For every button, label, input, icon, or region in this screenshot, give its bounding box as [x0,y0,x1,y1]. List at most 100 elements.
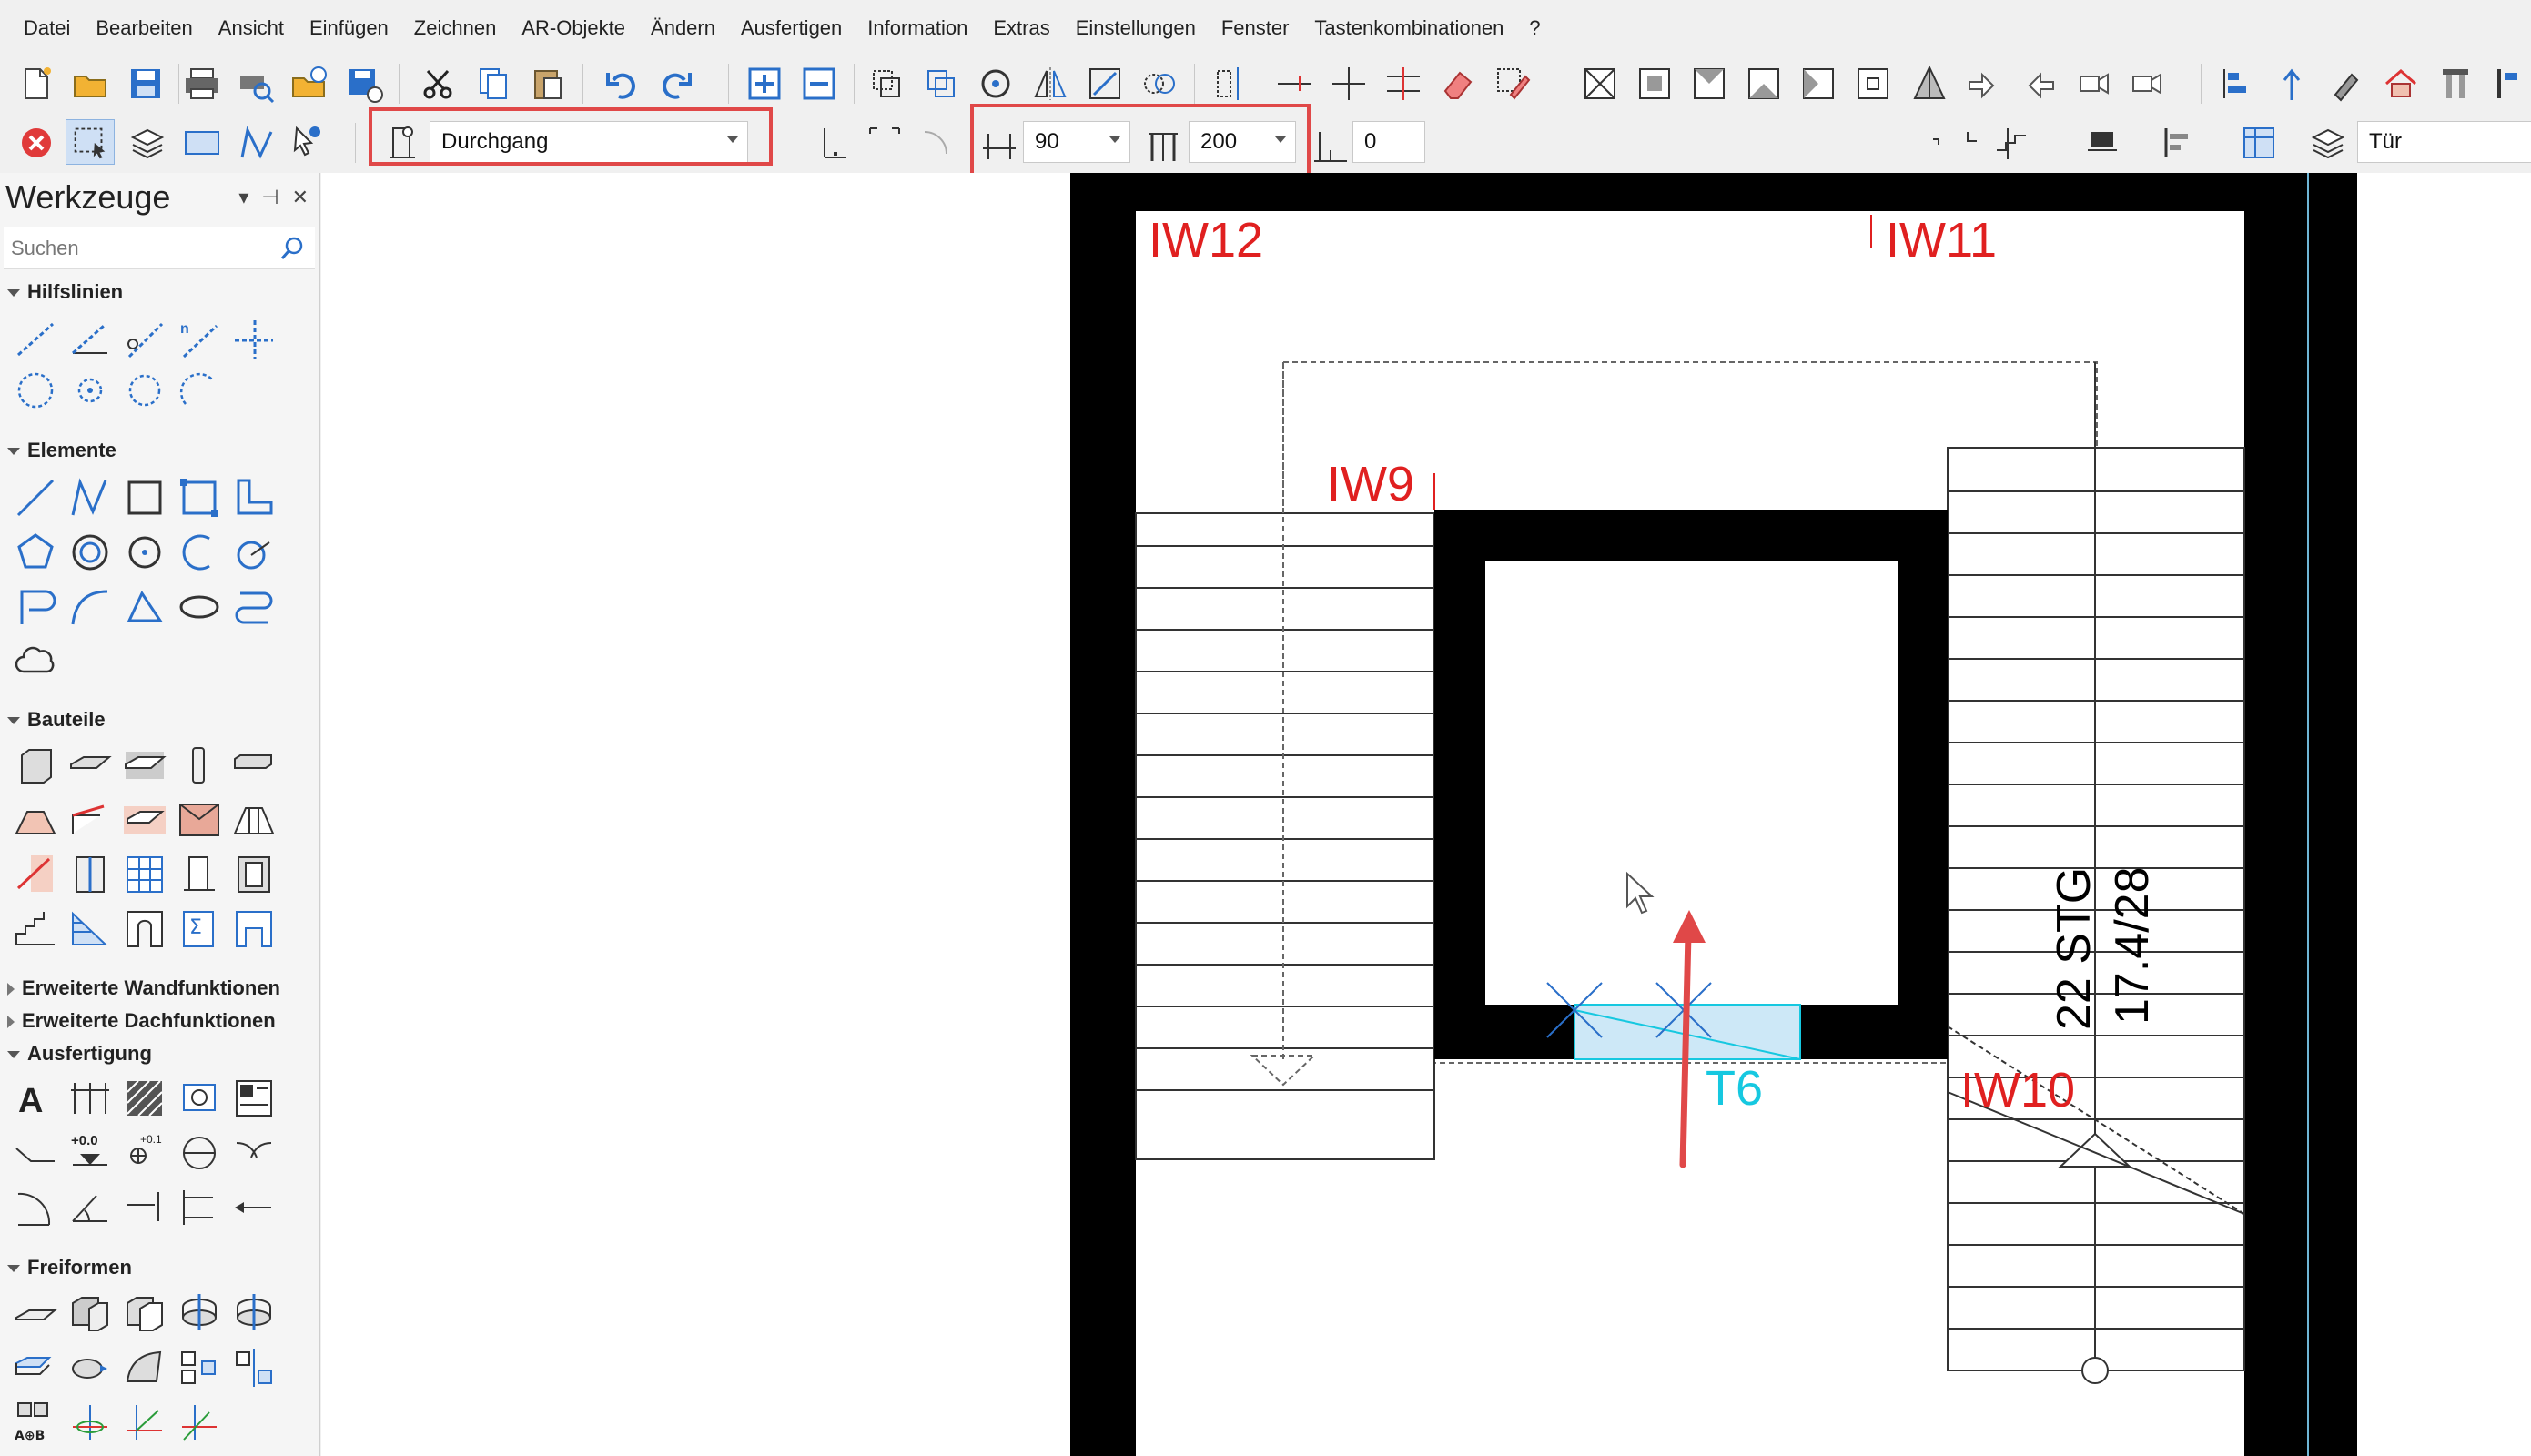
diameter-icon[interactable] [177,1130,222,1176]
angle-guideline-icon[interactable] [67,317,113,362]
category-hilfslinien[interactable]: Hilfslinien [7,280,123,304]
zoom-in-icon[interactable] [744,64,785,104]
arrow-up-icon[interactable] [2272,64,2312,104]
stair-section-icon[interactable] [13,852,58,897]
view-box-4-icon[interactable] [1744,64,1784,104]
hatch-icon[interactable] [122,1076,167,1121]
nav-4-icon[interactable] [2128,64,2168,104]
shell-icon[interactable] [67,1345,113,1390]
perspective-icon[interactable] [1909,64,1949,104]
niche-icon[interactable] [231,852,277,897]
export-icon[interactable] [289,64,329,104]
stair-count-label[interactable]: 22 STG [2048,867,2101,1030]
category-ausfertigung[interactable]: Ausfertigung [7,1042,152,1066]
rectangle-tool-icon[interactable] [122,475,167,521]
triangle-icon[interactable] [122,584,167,630]
more-icon[interactable] [2490,64,2530,104]
angle-dimension-icon[interactable] [67,1185,113,1230]
boolean-icon[interactable] [122,1290,167,1336]
sill-height-icon[interactable] [1311,126,1351,167]
print-preview-icon[interactable] [235,64,275,104]
polygon-icon[interactable] [13,530,58,575]
stairs-symbol-icon[interactable] [1991,123,2031,163]
roof-plane-icon[interactable] [231,797,277,843]
window-grid-icon[interactable] [122,852,167,897]
offset-icon[interactable] [13,584,58,630]
line-icon[interactable] [13,475,58,521]
extend-icon[interactable] [1274,64,1314,104]
room-icon[interactable]: Σ [177,906,222,952]
new-file-icon[interactable] [16,64,56,104]
loft-icon[interactable] [13,1345,58,1390]
circle-guide-4-icon[interactable] [177,368,222,413]
view-box-6-icon[interactable] [1853,64,1893,104]
mirror-3d-icon[interactable] [231,1345,277,1390]
door-leaf-icon[interactable] [2084,123,2124,163]
menu-ar-objekte[interactable]: AR-Objekte [509,0,638,56]
l-shape-icon[interactable] [231,475,277,521]
door-hinge-icon[interactable] [815,123,855,163]
height-mark-icon[interactable]: +0.1 [122,1130,167,1176]
wall-icon[interactable] [13,743,58,788]
guideline-icon[interactable] [13,317,58,362]
circle-guide-3-icon[interactable] [122,368,167,413]
category-freiformen[interactable]: Freiformen [7,1256,132,1279]
edit-properties-icon[interactable] [1493,64,1533,104]
point-guideline-icon[interactable] [122,317,167,362]
cross-guideline-icon[interactable] [231,317,277,362]
door-tool-icon[interactable] [177,852,222,897]
label-iw11[interactable]: IW11 [1886,213,1997,268]
arc-icon[interactable] [177,530,222,575]
menu-zeichnen[interactable]: Zeichnen [401,0,510,56]
circle-guide-1-icon[interactable] [13,368,58,413]
ellipse-icon[interactable] [177,584,222,630]
category-bauteile[interactable]: Bauteile [7,708,106,732]
stair-icon[interactable] [13,906,58,952]
label-iw12[interactable]: IW12 [1149,213,1263,268]
nav-1-icon[interactable] [1964,64,2004,104]
mirror-icon[interactable] [1030,64,1070,104]
coordinate-icon[interactable] [122,1400,167,1445]
boolean-ops-icon[interactable]: A⊕B [13,1400,58,1445]
zoom-out-icon[interactable] [799,64,839,104]
polyline-icon[interactable] [237,123,277,163]
label-iw10[interactable]: IW10 [1960,1063,2075,1117]
layer-tool-icon[interactable] [2217,64,2257,104]
category-erweiterte-wandfunktionen[interactable]: Erweiterte Wandfunktionen [7,976,280,1000]
column-icon[interactable] [2435,64,2475,104]
select-rect-icon[interactable] [66,119,115,165]
frame-icon[interactable] [1922,123,1962,163]
circle-tool-icon[interactable] [67,530,113,575]
menu-extras[interactable]: Extras [980,0,1062,56]
scale-icon[interactable] [1085,64,1125,104]
slab-icon[interactable] [67,743,113,788]
roof-window-icon[interactable] [122,797,167,843]
menu-einfuegen[interactable]: Einfügen [297,0,401,56]
rect-points-icon[interactable] [177,475,222,521]
eraser-icon[interactable] [1438,64,1478,104]
arc-tangent-icon[interactable] [231,530,277,575]
layers-icon[interactable] [127,123,167,163]
search-icon[interactable] [278,235,306,262]
window-icon[interactable] [67,852,113,897]
close-icon[interactable]: ✕ [292,186,309,209]
n-guideline-icon[interactable]: n [177,317,222,362]
print-icon[interactable] [182,64,222,104]
menu-datei[interactable]: Datei [11,0,83,56]
cancel-icon[interactable] [16,123,56,163]
axis-icon[interactable] [67,1400,113,1445]
circle-guide-2-icon[interactable] [67,368,113,413]
arc-dimension-icon[interactable] [13,1185,58,1230]
layer-dropdown[interactable]: Tür [2357,121,2531,163]
section-line-icon[interactable] [13,1130,58,1176]
circle-center-icon[interactable] [122,530,167,575]
menu-einstellungen[interactable]: Einstellungen [1063,0,1209,56]
door-swing-icon[interactable] [865,119,905,159]
redo-icon[interactable] [655,64,695,104]
category-elemente[interactable]: Elemente [7,439,116,462]
copy-icon[interactable] [473,64,513,104]
symbol-icon[interactable] [177,1076,222,1121]
menu-aendern[interactable]: Ändern [638,0,728,56]
view-box-2-icon[interactable] [1635,64,1675,104]
stair-ratio-label[interactable]: 17.4/28 [2106,867,2159,1026]
